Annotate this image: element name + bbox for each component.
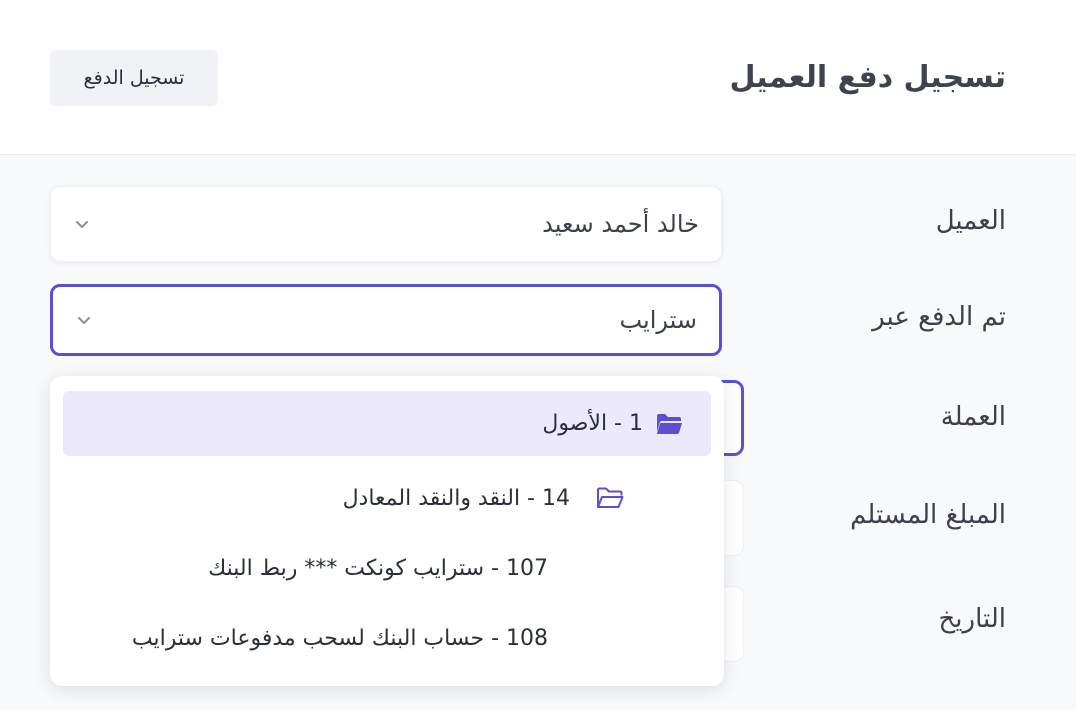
paid-via-label: تم الدفع عبر — [872, 302, 1006, 332]
dropdown-option-cash[interactable]: 14 - النقد والنقد المعادل — [343, 478, 624, 518]
dropdown-option-label: 108 - حساب البنك لسحب مدفوعات سترايب — [131, 625, 548, 651]
currency-label: العملة — [940, 402, 1006, 432]
dropdown-option-assets[interactable]: 1 - الأصول — [63, 391, 711, 456]
paid-via-value: سترايب — [619, 306, 697, 334]
customer-select[interactable]: خالد أحمد سعيد — [50, 186, 722, 262]
paid-via-dropdown: 1 - الأصول 14 - النقد والنقد المعادل 107… — [50, 376, 724, 686]
dropdown-option-label: 107 - سترايب كونكت *** ربط البنك — [208, 555, 548, 581]
page-title: تسجيل دفع العميل — [729, 60, 1006, 95]
folder-open-icon — [657, 413, 682, 434]
customer-value: خالد أحمد سعيد — [542, 210, 699, 238]
customer-label: العميل — [935, 206, 1006, 236]
paid-via-select[interactable]: سترايب — [50, 284, 722, 356]
date-label: التاريخ — [938, 604, 1007, 634]
page-header: تسجيل دفع العميل تسجيل الدفع — [0, 0, 1076, 155]
folder-icon — [597, 487, 624, 508]
dropdown-option-stripe-bank[interactable]: 108 - حساب البنك لسحب مدفوعات سترايب — [132, 618, 548, 658]
amount-label: المبلغ المستلم — [850, 500, 1006, 530]
chevron-down-icon — [76, 221, 88, 228]
record-payment-button[interactable]: تسجيل الدفع — [50, 50, 218, 106]
dropdown-option-label: 1 - الأصول — [542, 411, 643, 436]
dropdown-option-label: 14 - النقد والنقد المعادل — [342, 485, 570, 511]
dropdown-option-stripe-connect[interactable]: 107 - سترايب كونكت *** ربط البنك — [208, 548, 548, 588]
chevron-down-icon — [78, 317, 90, 324]
